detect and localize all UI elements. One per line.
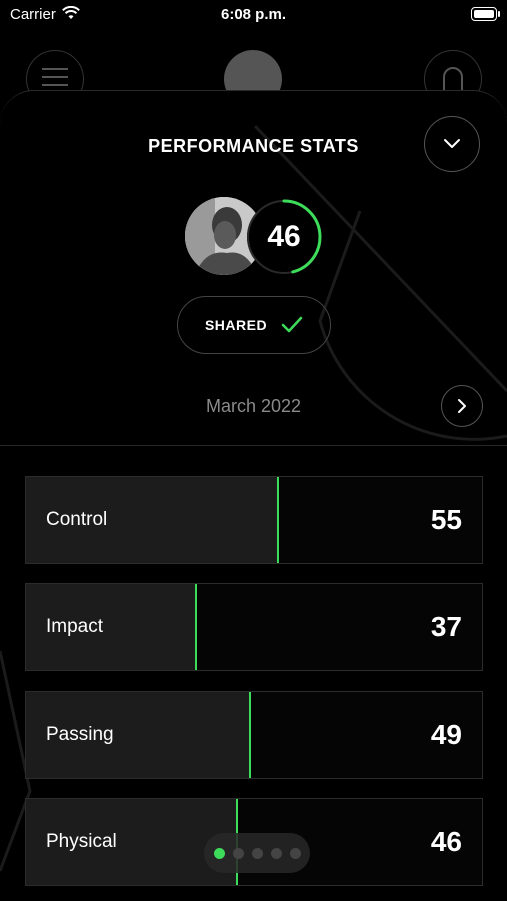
stat-value: 46 <box>430 826 462 857</box>
stat-row-passing[interactable]: Passing 49 <box>25 691 483 779</box>
month-label: March 2022 <box>205 396 302 416</box>
next-month-button[interactable] <box>441 385 483 427</box>
collapse-button[interactable] <box>424 116 480 172</box>
page-dot[interactable] <box>270 847 282 859</box>
stat-label: Physical <box>46 831 117 852</box>
status-bar: Carrier 6:08 p.m. <box>0 0 507 30</box>
overall-score-ring: 46 <box>244 197 324 277</box>
stat-row-control[interactable]: Control 55 <box>25 476 483 564</box>
page-dot[interactable] <box>251 847 263 859</box>
stat-row-impact[interactable]: Impact 37 <box>25 583 483 671</box>
page-indicator[interactable] <box>204 833 310 873</box>
shared-button[interactable]: SHARED <box>177 296 331 354</box>
clock: 6:08 p.m. <box>220 6 287 23</box>
shared-label: SHARED <box>204 317 268 333</box>
chevron-down-icon <box>444 139 460 148</box>
checkmark-icon <box>281 316 303 333</box>
page-dot[interactable] <box>289 847 301 859</box>
page-dot[interactable] <box>232 847 244 859</box>
stat-label: Passing <box>46 724 114 745</box>
chevron-right-icon <box>458 399 466 413</box>
stat-value: 49 <box>430 719 462 750</box>
performance-stats-sheet: PERFORMANCE STATS 46 SHARED March 2022 C… <box>0 90 507 901</box>
stat-label: Impact <box>46 616 104 637</box>
battery-icon <box>471 7 500 21</box>
stat-value: 55 <box>430 504 462 535</box>
stat-value: 37 <box>430 611 462 642</box>
overall-score: 46 <box>267 220 301 253</box>
page-dot[interactable] <box>213 847 225 859</box>
stat-label: Control <box>46 509 108 530</box>
divider <box>0 445 507 446</box>
